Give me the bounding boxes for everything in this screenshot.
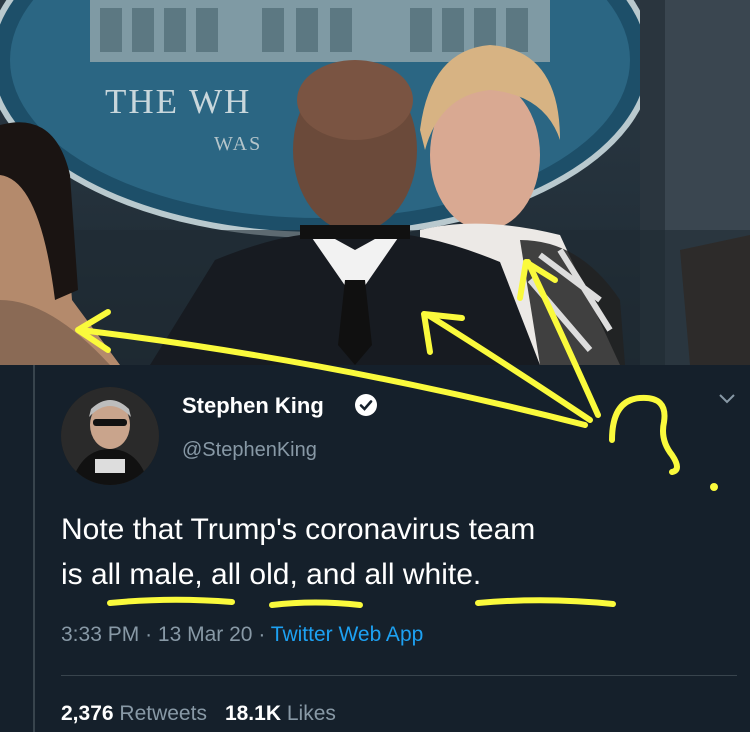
tweet-text: Note that Trump's coronavirus team is al… bbox=[61, 507, 731, 597]
avatar[interactable] bbox=[61, 387, 159, 485]
text-part-all-white: all white bbox=[364, 558, 473, 591]
press-briefing-photo: THE WH WAS bbox=[0, 0, 750, 365]
avatar-image bbox=[61, 387, 159, 485]
text-part: is bbox=[61, 558, 91, 591]
tweet-stats: 2,376 Retweets 18.1K Likes bbox=[61, 702, 336, 726]
text-part-all-old: all old bbox=[211, 558, 290, 591]
photo-scene bbox=[0, 0, 750, 365]
text-part: , bbox=[194, 558, 212, 591]
tweet-date[interactable]: 13 Mar 20 bbox=[158, 623, 253, 646]
display-name[interactable]: Stephen King bbox=[182, 393, 324, 419]
tweet-time[interactable]: 3:33 PM bbox=[61, 623, 139, 646]
thread-line bbox=[33, 365, 35, 732]
verified-badge-icon bbox=[355, 394, 377, 416]
text-part: . bbox=[472, 558, 482, 591]
retweet-label: Retweets bbox=[119, 702, 207, 725]
tweet-source-link[interactable]: Twitter Web App bbox=[271, 623, 424, 646]
likes-stat[interactable]: 18.1K Likes bbox=[225, 702, 336, 725]
divider bbox=[61, 675, 737, 676]
tweet-meta: 3:33 PM · 13 Mar 20 · Twitter Web App bbox=[61, 623, 423, 647]
seal-text: THE WH bbox=[105, 82, 252, 121]
tweet-card[interactable]: Stephen King @StephenKing Note that Trum… bbox=[0, 365, 750, 732]
retweets-stat[interactable]: 2,376 Retweets bbox=[61, 702, 207, 725]
like-count: 18.1K bbox=[224, 702, 281, 725]
tweet-text-line2: is all male, all old, and all white. bbox=[61, 552, 731, 597]
like-label: Likes bbox=[286, 702, 336, 725]
text-part: , and bbox=[289, 558, 365, 591]
text-part-all-male: all male bbox=[91, 558, 195, 591]
user-handle[interactable]: @StephenKing bbox=[182, 439, 317, 462]
retweet-count: 2,376 bbox=[61, 702, 114, 725]
seal-subtext: WAS bbox=[214, 133, 263, 155]
meta-separator: · bbox=[145, 623, 153, 646]
meta-separator: · bbox=[258, 623, 266, 646]
tweet-text-line1: Note that Trump's coronavirus team bbox=[61, 513, 536, 546]
chevron-down-icon[interactable] bbox=[718, 393, 736, 405]
